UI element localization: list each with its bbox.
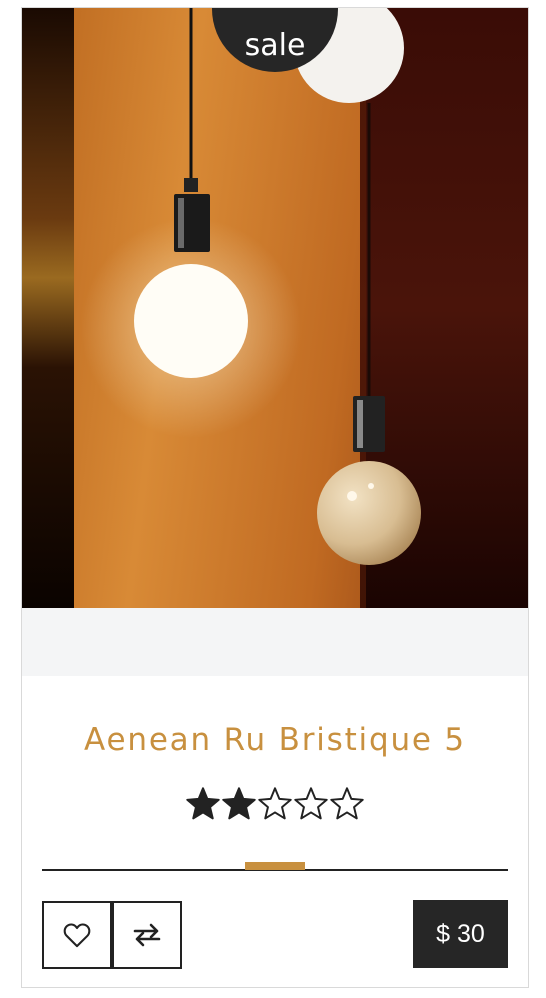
compare-button[interactable] [112, 901, 182, 969]
star-outline-icon [294, 787, 328, 820]
product-image[interactable] [22, 8, 528, 608]
product-card: sale Aenean Ru Bristique 5 $ 30 [21, 7, 529, 988]
star-filled-icon [222, 787, 256, 820]
price-tag: $ 30 [413, 900, 508, 968]
image-footer-band [22, 608, 528, 676]
star-outline-icon [330, 787, 364, 820]
star-outline-icon [258, 787, 292, 820]
divider-accent [245, 862, 305, 870]
rating-stars [185, 786, 365, 822]
wishlist-button[interactable] [42, 901, 112, 969]
product-title[interactable]: Aenean Ru Bristique 5 [22, 722, 528, 758]
compare-arrows-icon [133, 923, 161, 947]
star-filled-icon [186, 787, 220, 820]
heart-icon [63, 923, 91, 948]
sale-badge-label: sale [244, 28, 306, 63]
